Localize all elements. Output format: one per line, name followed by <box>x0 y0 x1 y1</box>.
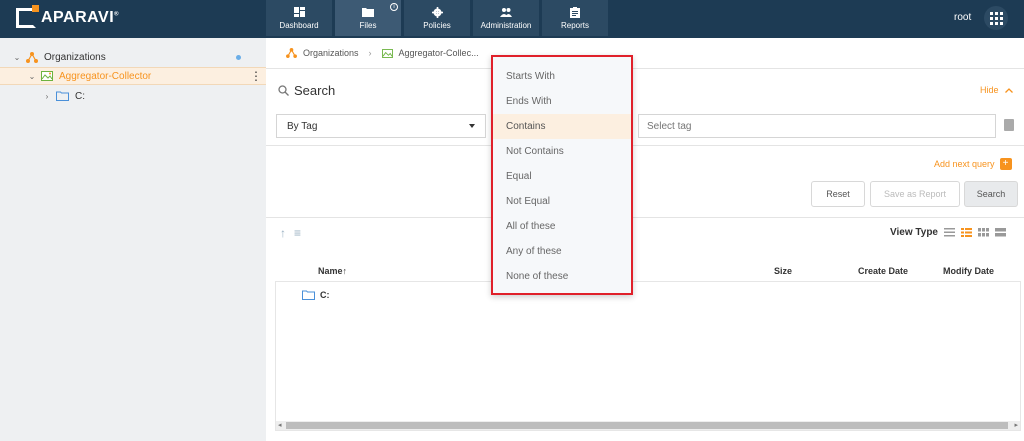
search-heading: Search <box>278 83 335 98</box>
chevron-up-icon <box>1005 85 1013 95</box>
tree-item-label: C: <box>75 90 85 102</box>
row-name: C: <box>320 290 330 300</box>
reset-button[interactable]: Reset <box>811 181 865 207</box>
org-tree-icon <box>286 48 297 58</box>
info-icon[interactable]: i <box>390 3 398 11</box>
search-icon <box>278 85 289 96</box>
add-next-query-button[interactable]: Add next query + <box>934 158 1012 170</box>
tree-item-aggregator-collector[interactable]: ⌄ Aggregator-Collector ⋮ <box>0 67 266 85</box>
column-header-create-date[interactable]: Create Date <box>858 266 908 276</box>
trash-icon[interactable] <box>1004 119 1014 131</box>
brand-mark: ® <box>114 11 120 18</box>
list-tools: ↑ ≡ <box>280 226 301 240</box>
operator-dropdown: Starts With Ends With Contains Not Conta… <box>491 55 633 295</box>
file-table: C: ◂ ▸ <box>275 281 1021 431</box>
tile-view-icon[interactable] <box>994 228 1006 237</box>
tab-policies[interactable]: Policies <box>404 0 470 36</box>
folder-icon <box>302 290 315 300</box>
chevron-right-icon[interactable]: › <box>43 92 51 101</box>
user-name[interactable]: root <box>954 12 971 23</box>
list-view-icon[interactable] <box>943 228 955 237</box>
option-any-of-these[interactable]: Any of these <box>493 239 631 264</box>
logo-icon <box>16 5 39 28</box>
breadcrumb-organizations[interactable]: Organizations <box>303 48 359 58</box>
option-contains[interactable]: Contains <box>493 114 631 139</box>
main-panel: Organizations › Aggregator-Collec... Sea… <box>266 38 1024 441</box>
gear-icon <box>431 6 443 18</box>
tab-policies-label: Policies <box>423 20 451 30</box>
search-button[interactable]: Search <box>964 181 1018 207</box>
folder-icon <box>56 91 69 101</box>
option-starts-with[interactable]: Starts With <box>493 64 631 89</box>
tab-administration[interactable]: Administration <box>473 0 539 36</box>
folder-icon <box>362 7 374 18</box>
aggregator-icon <box>381 48 393 58</box>
tree-item-label: Aggregator-Collector <box>59 70 152 82</box>
search-type-select[interactable]: By Tag <box>276 114 486 138</box>
sort-list-icon[interactable]: ≡ <box>294 226 301 240</box>
grid-view-icon[interactable] <box>977 228 989 237</box>
option-ends-with[interactable]: Ends With <box>493 89 631 114</box>
option-not-contains[interactable]: Not Contains <box>493 139 631 164</box>
divider <box>266 217 1024 218</box>
tab-administration-label: Administration <box>480 20 532 30</box>
tab-files[interactable]: i Files <box>335 0 401 36</box>
tab-dashboard-label: Dashboard <box>279 20 319 30</box>
sidebar-tree: ⌄ Organizations ⌄ Aggregator-Collector ⋮… <box>0 38 266 441</box>
more-options-icon[interactable]: ⋮ <box>250 70 262 82</box>
scroll-right-icon[interactable]: ▸ <box>1014 421 1018 429</box>
clipboard-icon <box>569 6 581 18</box>
save-as-report-button[interactable]: Save as Report <box>870 181 960 207</box>
aggregator-icon <box>41 71 53 81</box>
tab-reports[interactable]: Reports <box>542 0 608 36</box>
tab-dashboard[interactable]: Dashboard <box>266 0 332 36</box>
table-row[interactable]: C: <box>302 290 330 300</box>
breadcrumb: Organizations › Aggregator-Collec... <box>286 46 479 60</box>
column-header-modify-date[interactable]: Modify Date <box>943 266 994 276</box>
option-none-of-these[interactable]: None of these <box>493 264 631 289</box>
tree-item-label: Organizations <box>44 51 106 63</box>
option-not-equal[interactable]: Not Equal <box>493 189 631 214</box>
breadcrumb-aggregator[interactable]: Aggregator-Collec... <box>399 48 479 58</box>
view-type-label: View Type <box>890 227 938 238</box>
tab-files-label: Files <box>359 20 377 30</box>
plus-icon: + <box>999 158 1012 170</box>
users-icon <box>500 7 512 18</box>
breadcrumb-separator: › <box>368 48 372 58</box>
brand-name: APARAVI <box>41 9 115 26</box>
divider <box>266 68 1024 69</box>
tag-input[interactable] <box>638 114 996 138</box>
tab-reports-label: Reports <box>560 20 589 30</box>
column-header-size[interactable]: Size <box>774 266 792 276</box>
column-header-name[interactable]: Name↑ <box>318 266 347 276</box>
option-all-of-these[interactable]: All of these <box>493 214 631 239</box>
horizontal-scrollbar[interactable]: ◂ ▸ <box>276 421 1020 430</box>
hide-search-button[interactable]: Hide <box>980 85 1013 95</box>
scroll-left-icon[interactable]: ◂ <box>278 421 282 429</box>
apps-grid-icon[interactable] <box>984 6 1008 30</box>
aparavi-logo[interactable]: APARAVI® <box>16 5 120 29</box>
detail-view-icon[interactable] <box>960 228 972 237</box>
view-type: View Type <box>890 227 1006 238</box>
org-tree-icon <box>26 51 38 63</box>
chevron-down-icon[interactable]: ⌄ <box>13 53 21 62</box>
status-dot <box>236 54 241 60</box>
main-nav: Dashboard i Files Policies Administratio… <box>266 0 608 38</box>
option-equal[interactable]: Equal <box>493 164 631 189</box>
dashboard-icon <box>293 7 305 18</box>
scrollbar-thumb[interactable] <box>286 422 1008 429</box>
divider <box>266 145 1024 146</box>
sort-arrow-icon: ↑ <box>342 266 348 276</box>
sort-up-icon[interactable]: ↑ <box>280 226 286 240</box>
top-bar: APARAVI® Dashboard i Files Policies Admi… <box>0 0 1024 38</box>
tree-item-c-drive[interactable]: › C: <box>0 87 266 105</box>
chevron-down-icon[interactable]: ⌄ <box>28 72 36 81</box>
search-title: Search <box>294 83 336 98</box>
tree-item-organizations[interactable]: ⌄ Organizations <box>0 48 266 66</box>
caret-down-icon <box>469 124 475 128</box>
